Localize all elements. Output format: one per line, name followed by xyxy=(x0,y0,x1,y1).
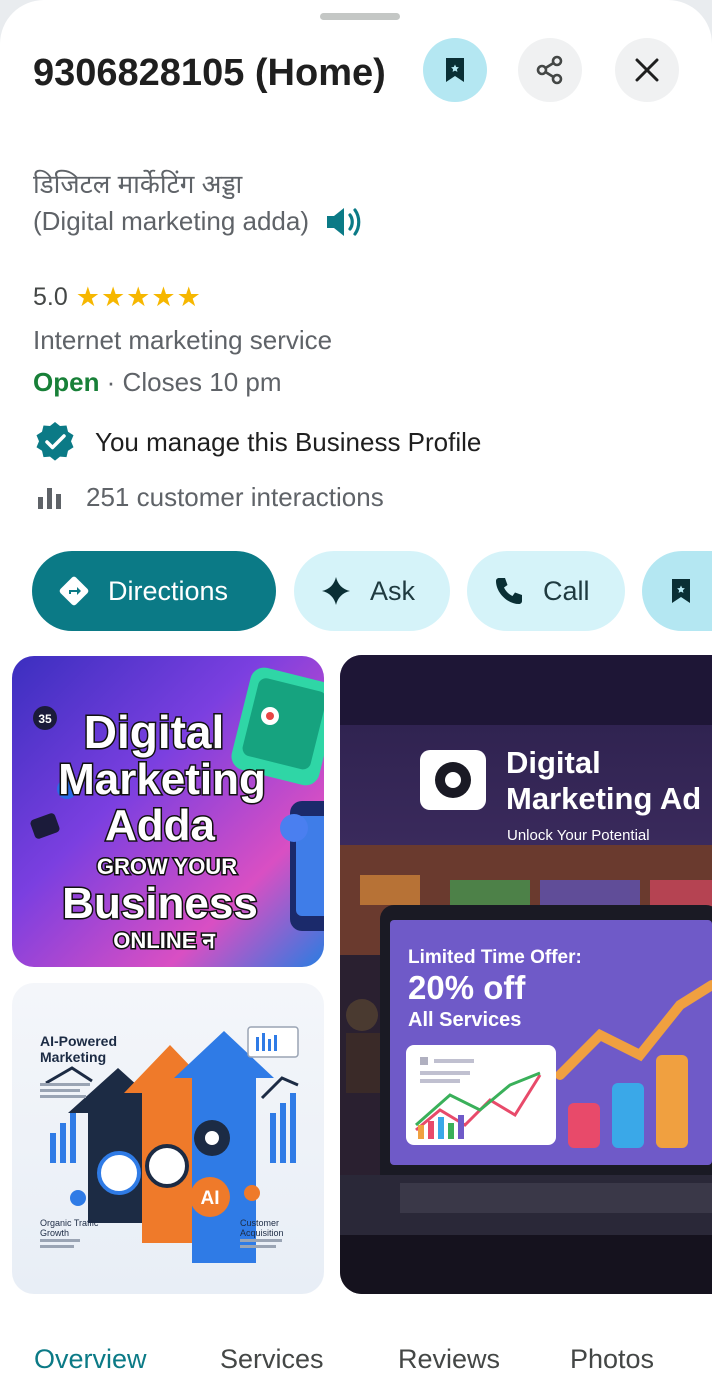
phone-icon xyxy=(496,578,522,604)
name-english: (Digital marketing adda) xyxy=(33,206,310,236)
open-status: Open xyxy=(33,367,100,397)
offer-line-1: Limited Time Offer: xyxy=(408,947,582,968)
speaker-icon[interactable] xyxy=(323,201,365,243)
ai-badge: AI xyxy=(201,1188,220,1209)
close-button[interactable] xyxy=(615,38,679,102)
tab-photos[interactable]: Photos xyxy=(570,1344,654,1375)
label-left-2: Growth xyxy=(40,1228,69,1238)
share-icon xyxy=(536,55,563,85)
save-chip-button[interactable] xyxy=(642,551,712,631)
office-scene: Digital Marketing Ad Unlock Your Potenti… xyxy=(340,655,712,1294)
label-right-2: Acquisition xyxy=(240,1228,284,1238)
photo-office-offer[interactable]: Digital Marketing Ad Unlock Your Potenti… xyxy=(340,655,712,1294)
offer-line-2: 20% off xyxy=(408,969,526,1006)
photo-ai-marketing[interactable]: AI AI-Powered Marketing Organic Traffic … xyxy=(12,983,324,1294)
verified-badge-icon xyxy=(36,422,74,461)
closing-time: · Closes 10 pm xyxy=(99,367,282,397)
place-title: 9306828105 (Home) xyxy=(33,52,386,94)
label-right-1: Customer xyxy=(240,1218,279,1228)
close-icon xyxy=(635,58,659,82)
promo-line-3: Adda xyxy=(105,801,216,850)
opening-hours[interactable]: Open · Closes 10 pm xyxy=(33,367,282,398)
brand-tagline: Unlock Your Potential xyxy=(507,827,650,844)
place-subname: डिजिटल मार्केटिंग अड्डा (Digital marketi… xyxy=(33,166,313,240)
ai-infographic: AI AI-Powered Marketing Organic Traffic … xyxy=(40,1026,299,1263)
bookmark-icon xyxy=(672,579,690,603)
call-label: Call xyxy=(543,575,590,606)
manage-profile-row[interactable]: You manage this Business Profile xyxy=(33,420,481,464)
place-category: Internet marketing service xyxy=(33,325,333,355)
badge-text: 35 xyxy=(38,712,52,726)
rating-stars: ★★★★★ xyxy=(75,282,202,312)
photo-digital-marketing-adda[interactable]: 35 Digital Marketing Adda GROW YOUR Busi… xyxy=(12,656,324,967)
ai-title-2: Marketing xyxy=(40,1049,106,1065)
tab-reviews[interactable]: Reviews xyxy=(398,1344,500,1375)
name-hindi: डिजिटल मार्केटिंग अड्डा xyxy=(33,169,243,199)
rating-row[interactable]: 5.0 ★★★★★ xyxy=(33,282,202,313)
rating-value: 5.0 xyxy=(33,283,68,311)
bar-chart-icon xyxy=(38,487,61,509)
offer-line-3: All Services xyxy=(408,1009,521,1031)
brand-line-2: Marketing Ad xyxy=(506,781,701,816)
tab-services[interactable]: Services xyxy=(220,1344,324,1375)
promo-line-2: Marketing xyxy=(58,755,266,804)
promo-line-5: Business xyxy=(62,879,258,928)
brand-line-1: Digital xyxy=(506,745,601,780)
promo-line-4: GROW YOUR xyxy=(97,854,237,879)
interactions-row[interactable]: 251 customer interactions xyxy=(36,482,384,513)
promo-line-1: Digital xyxy=(84,706,225,758)
place-sheet: 9306828105 (Home) डिजिटल मार्केटिंग अड्ड… xyxy=(0,0,712,1376)
promo-line-6: ONLINE न xyxy=(113,928,215,953)
ask-button[interactable]: Ask xyxy=(294,551,450,631)
bookmark-icon xyxy=(446,58,464,82)
promo-graphic: 35 Digital Marketing Adda GROW YOUR Busi… xyxy=(30,667,324,955)
sparkle-icon xyxy=(322,577,350,605)
share-button[interactable] xyxy=(518,38,582,102)
label-left-1: Organic Traffic xyxy=(40,1218,99,1228)
directions-label: Directions xyxy=(108,575,229,606)
tab-bar: Overview Services Reviews Photos xyxy=(0,1330,712,1376)
call-button[interactable]: Call xyxy=(467,551,625,631)
manage-profile-text: You manage this Business Profile xyxy=(95,426,482,457)
save-button[interactable] xyxy=(423,38,487,102)
directions-icon xyxy=(59,576,89,606)
drag-handle[interactable] xyxy=(320,13,400,20)
directions-button[interactable]: Directions xyxy=(32,551,276,631)
ask-label: Ask xyxy=(370,575,416,606)
interactions-text: 251 customer interactions xyxy=(86,482,384,512)
tab-overview[interactable]: Overview xyxy=(34,1344,147,1375)
ai-title-1: AI-Powered xyxy=(40,1033,117,1049)
